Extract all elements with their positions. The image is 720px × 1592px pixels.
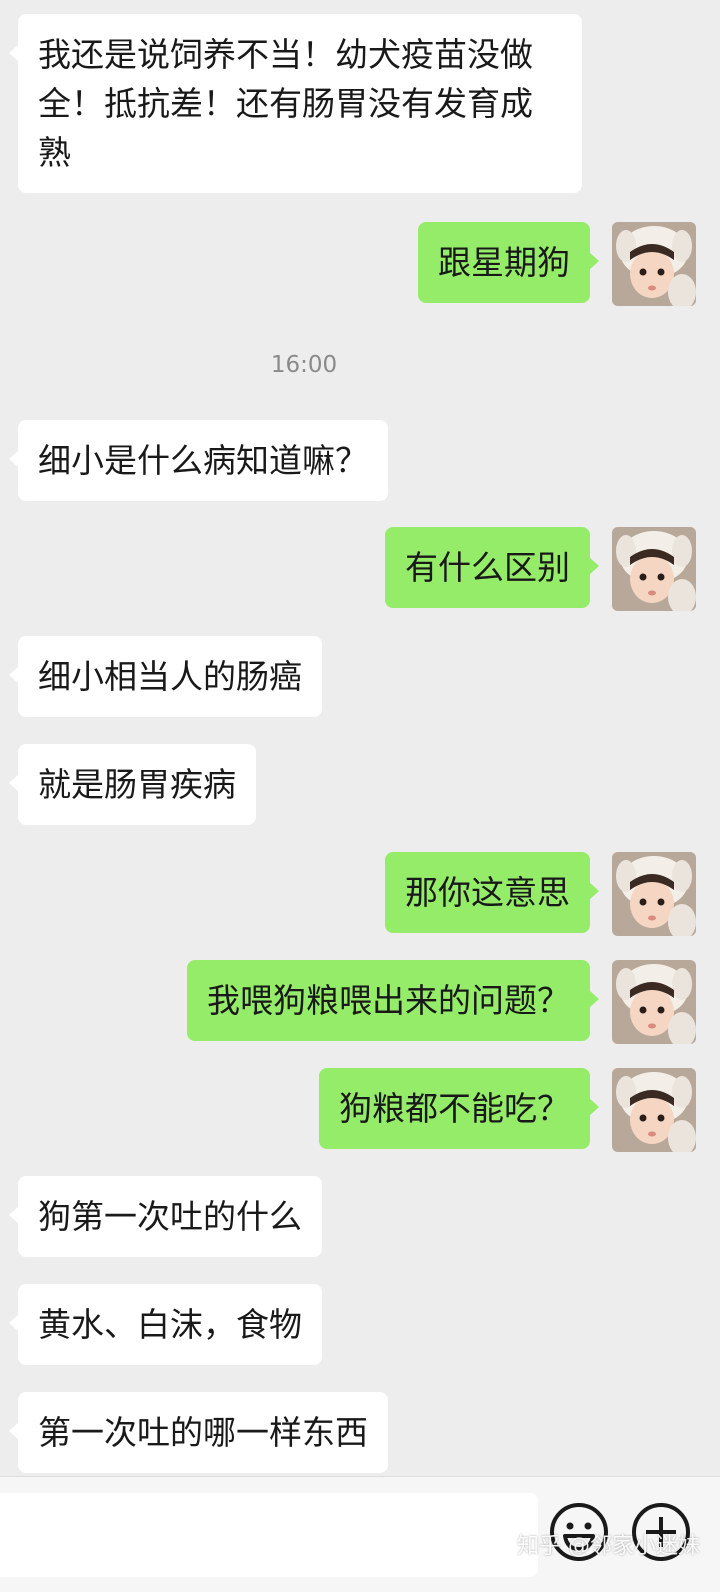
- message-bubble[interactable]: 我喂狗粮喂出来的问题？: [187, 960, 599, 1041]
- user-avatar[interactable]: [612, 527, 696, 611]
- message-bubble[interactable]: 跟星期狗: [418, 222, 599, 303]
- message-bubble[interactable]: 就是肠胃疾病: [9, 744, 256, 825]
- timestamp: 16:00: [270, 352, 338, 378]
- message-bubble[interactable]: 细小相当人的肠癌: [9, 636, 322, 717]
- user-avatar[interactable]: [612, 1068, 696, 1152]
- message-bubble[interactable]: 狗粮都不能吃？: [319, 1068, 599, 1149]
- message-bubble[interactable]: 那你这意思: [385, 852, 599, 933]
- message-bubble[interactable]: 狗第一次吐的什么: [9, 1176, 322, 1257]
- message-bubble[interactable]: 第一次吐的哪一样东西: [9, 1392, 388, 1473]
- user-avatar[interactable]: [612, 222, 696, 306]
- message-bubble[interactable]: 我还是说饲养不当！幼犬疫苗没做全！抵抗差！还有肠胃没有发育成熟: [9, 14, 582, 193]
- chat-area[interactable]: 我还是说饲养不当！幼犬疫苗没做全！抵抗差！还有肠胃没有发育成熟 跟星期狗 16:…: [0, 0, 720, 1476]
- user-avatar[interactable]: [612, 852, 696, 936]
- baby-avatar-icon: [612, 1068, 696, 1152]
- message-input[interactable]: [0, 1493, 538, 1577]
- baby-avatar-icon: [612, 222, 696, 306]
- baby-avatar-icon: [612, 527, 696, 611]
- message-bubble[interactable]: 有什么区别: [385, 527, 599, 608]
- baby-avatar-icon: [612, 960, 696, 1044]
- message-bubble[interactable]: 黄水、白沫，食物: [9, 1284, 322, 1365]
- watermark: 知乎 @邻家小迷妹: [517, 1534, 700, 1559]
- user-avatar[interactable]: [612, 960, 696, 1044]
- baby-avatar-icon: [612, 852, 696, 936]
- message-bubble[interactable]: 细小是什么病知道嘛？: [9, 420, 388, 501]
